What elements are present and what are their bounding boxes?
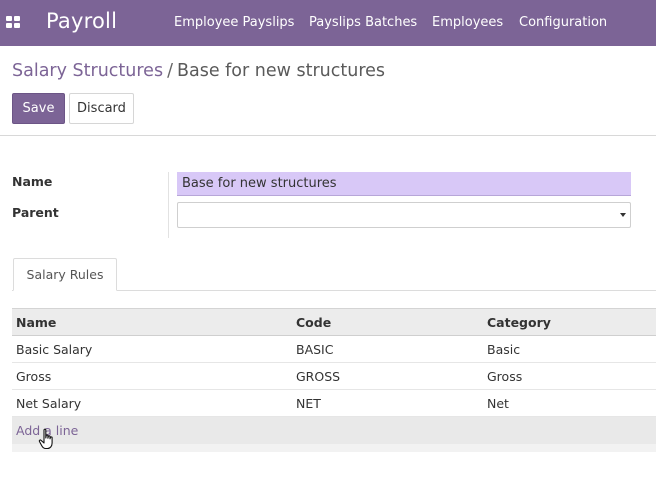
breadcrumb-parent[interactable]: Salary Structures <box>12 61 163 81</box>
app-brand[interactable]: Payroll <box>46 9 117 33</box>
cell-category: Net <box>487 396 509 411</box>
add-line-row: Add a line <box>12 417 656 444</box>
salary-rules-table: Name Code Category Basic Salary BASIC Ba… <box>12 308 656 452</box>
breadcrumb-current: Base for new structures <box>176 61 386 81</box>
cell-category: Gross <box>487 369 523 384</box>
caret-down-icon[interactable] <box>620 213 626 217</box>
discard-button[interactable]: Discard <box>69 93 134 124</box>
header-name[interactable]: Name <box>16 315 56 330</box>
cell-code: GROSS <box>296 369 341 384</box>
nav-employee-payslips[interactable]: Employee Payslips <box>174 15 294 30</box>
breadcrumb-separator: / <box>167 61 173 81</box>
table-row[interactable]: Gross GROSS Gross <box>12 363 656 390</box>
apps-grid-icon[interactable] <box>6 16 20 28</box>
table-row[interactable]: Basic Salary BASIC Basic <box>12 336 656 363</box>
name-label: Name <box>12 174 53 189</box>
cell-name: Basic Salary <box>16 342 93 357</box>
parent-select[interactable] <box>177 202 631 228</box>
cell-category: Basic <box>487 342 521 357</box>
cell-name: Gross <box>16 369 52 384</box>
field-divider <box>168 172 169 238</box>
table-row[interactable]: Net Salary NET Net <box>12 390 656 417</box>
form-sheet: Name Parent Salary Rules Name Code Categ… <box>0 136 656 480</box>
tab-salary-rules[interactable]: Salary Rules <box>13 258 117 291</box>
breadcrumb: Salary Structures / Base for new structure… <box>12 61 385 81</box>
header-category[interactable]: Category <box>487 315 551 330</box>
parent-label: Parent <box>12 205 59 220</box>
header-code[interactable]: Code <box>296 315 331 330</box>
control-panel: Salary Structures / Base for new structure… <box>0 46 656 136</box>
hand-pointer-icon <box>38 428 53 450</box>
nav-configuration[interactable]: Configuration <box>519 15 607 30</box>
cell-name: Net Salary <box>16 396 82 411</box>
name-input[interactable] <box>177 172 631 196</box>
cell-code: NET <box>296 396 321 411</box>
nav-payslips-batches[interactable]: Payslips Batches <box>309 15 417 30</box>
top-navbar: Payroll Employee Payslips Payslips Batch… <box>0 0 656 46</box>
nav-employees[interactable]: Employees <box>432 15 503 30</box>
cell-code: BASIC <box>296 342 334 357</box>
table-footer <box>12 444 656 452</box>
table-header: Name Code Category <box>12 308 656 336</box>
save-button[interactable]: Save <box>12 93 65 124</box>
